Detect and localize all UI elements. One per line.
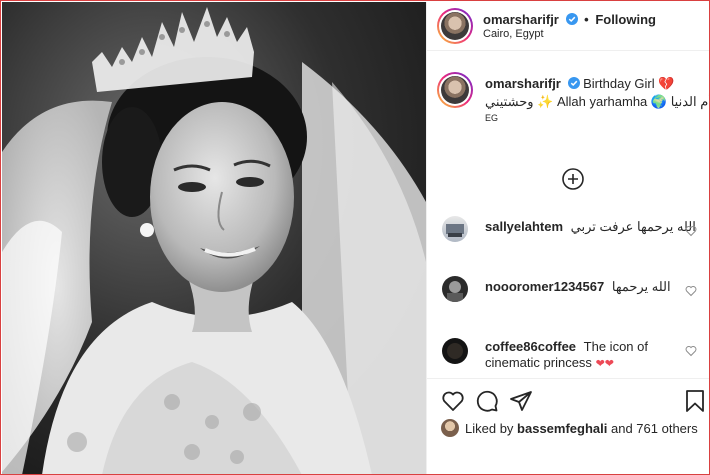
likes-suffix[interactable]: and 761 others — [611, 421, 698, 436]
bookmark-icon[interactable] — [683, 389, 707, 413]
comment-body-line-2: cinematic princess ❤❤ — [485, 355, 614, 370]
broken-heart-icon: 💔 — [658, 76, 675, 91]
sparkle-icon: ✨ — [537, 94, 554, 109]
globe-icon: 🌍 — [650, 94, 668, 109]
comment-username[interactable]: coffee86coffee — [485, 339, 576, 354]
separator-dot: • — [584, 12, 589, 27]
photo-portrait — [2, 2, 426, 474]
heart-icon[interactable] — [685, 225, 697, 237]
post-window: omarsharifjr • Following Cairo, Egypt om… — [0, 0, 710, 475]
red-hearts: ❤❤ — [595, 358, 614, 370]
verified-icon — [565, 13, 578, 25]
likes-summary: Liked by bassemfeghali and 761 others — [465, 421, 698, 436]
avatar-image — [447, 281, 463, 302]
commenter-avatar[interactable] — [442, 216, 468, 242]
likes-user[interactable]: bassemfeghali — [517, 421, 607, 436]
comment-body: sallyelahtem الله يرحمها عرفت تربي — [485, 219, 696, 235]
caption-username[interactable]: omarsharifjr — [485, 76, 561, 91]
avatar-image — [447, 343, 463, 359]
post-photo[interactable] — [2, 2, 426, 474]
author-avatar[interactable] — [437, 8, 473, 44]
commenter-avatar[interactable] — [442, 276, 468, 302]
caption-author-avatar[interactable] — [437, 72, 473, 108]
likes-prefix: Liked by — [465, 421, 514, 436]
post-details-panel: omarsharifjr • Following Cairo, Egypt om… — [426, 2, 709, 474]
heart-icon[interactable] — [685, 285, 697, 297]
comment-text: cinematic princess — [485, 355, 592, 370]
share-icon[interactable] — [509, 389, 533, 413]
add-more-comments-icon — [562, 168, 584, 190]
caption-block: omarsharifjr Birthday Girl 💔 وحشتيني ✨ A… — [427, 66, 709, 126]
comment-icon[interactable] — [475, 389, 499, 413]
comment-text: The icon of — [583, 339, 648, 354]
comment-username[interactable]: noooromer1234567 — [485, 279, 604, 294]
post-header: omarsharifjr • Following Cairo, Egypt — [427, 2, 709, 51]
caption-country: EG — [485, 113, 499, 123]
avatar-image — [441, 76, 469, 104]
author-username[interactable]: omarsharifjr — [483, 12, 559, 27]
caption-english: Allah yarhamha — [556, 94, 648, 109]
comment-text: الله يرحمها — [611, 279, 671, 294]
avatar-image — [441, 12, 469, 40]
following-button[interactable]: Following — [595, 12, 656, 27]
caption-text: Birthday Girl — [583, 76, 655, 91]
comment-body: coffee86coffee The icon of — [485, 339, 648, 354]
post-location[interactable]: Cairo, Egypt — [483, 28, 544, 40]
liker-avatar[interactable] — [441, 419, 459, 437]
comment-username[interactable]: sallyelahtem — [485, 219, 563, 234]
avatar-image — [446, 224, 464, 237]
comment-text: الله يرحمها عرفت تربي — [570, 219, 696, 234]
caption-line-2: وحشتيني ✨ Allah yarhamha 🌍 أم الدنيا — [485, 94, 709, 110]
heart-icon[interactable] — [441, 389, 465, 413]
commenter-avatar[interactable] — [442, 338, 468, 364]
caption-line-1: omarsharifjr Birthday Girl 💔 — [485, 76, 705, 92]
comment-body: noooromer1234567 الله يرحمها — [485, 279, 671, 295]
caption-arabic-2: وحشتيني — [485, 94, 534, 109]
comment-item: sallyelahtem الله يرحمها عرفت تربي — [427, 214, 709, 248]
action-bar: Liked by bassemfeghali and 761 others — [427, 378, 709, 474]
heart-icon[interactable] — [685, 345, 697, 357]
comment-item: coffee86coffee The icon of cinematic pri… — [427, 336, 709, 376]
verified-icon — [567, 77, 580, 89]
comment-item: noooromer1234567 الله يرحمها — [427, 274, 709, 308]
caption-arabic-1: أم الدنيا — [670, 94, 710, 109]
load-more-comments-button[interactable] — [561, 167, 585, 191]
